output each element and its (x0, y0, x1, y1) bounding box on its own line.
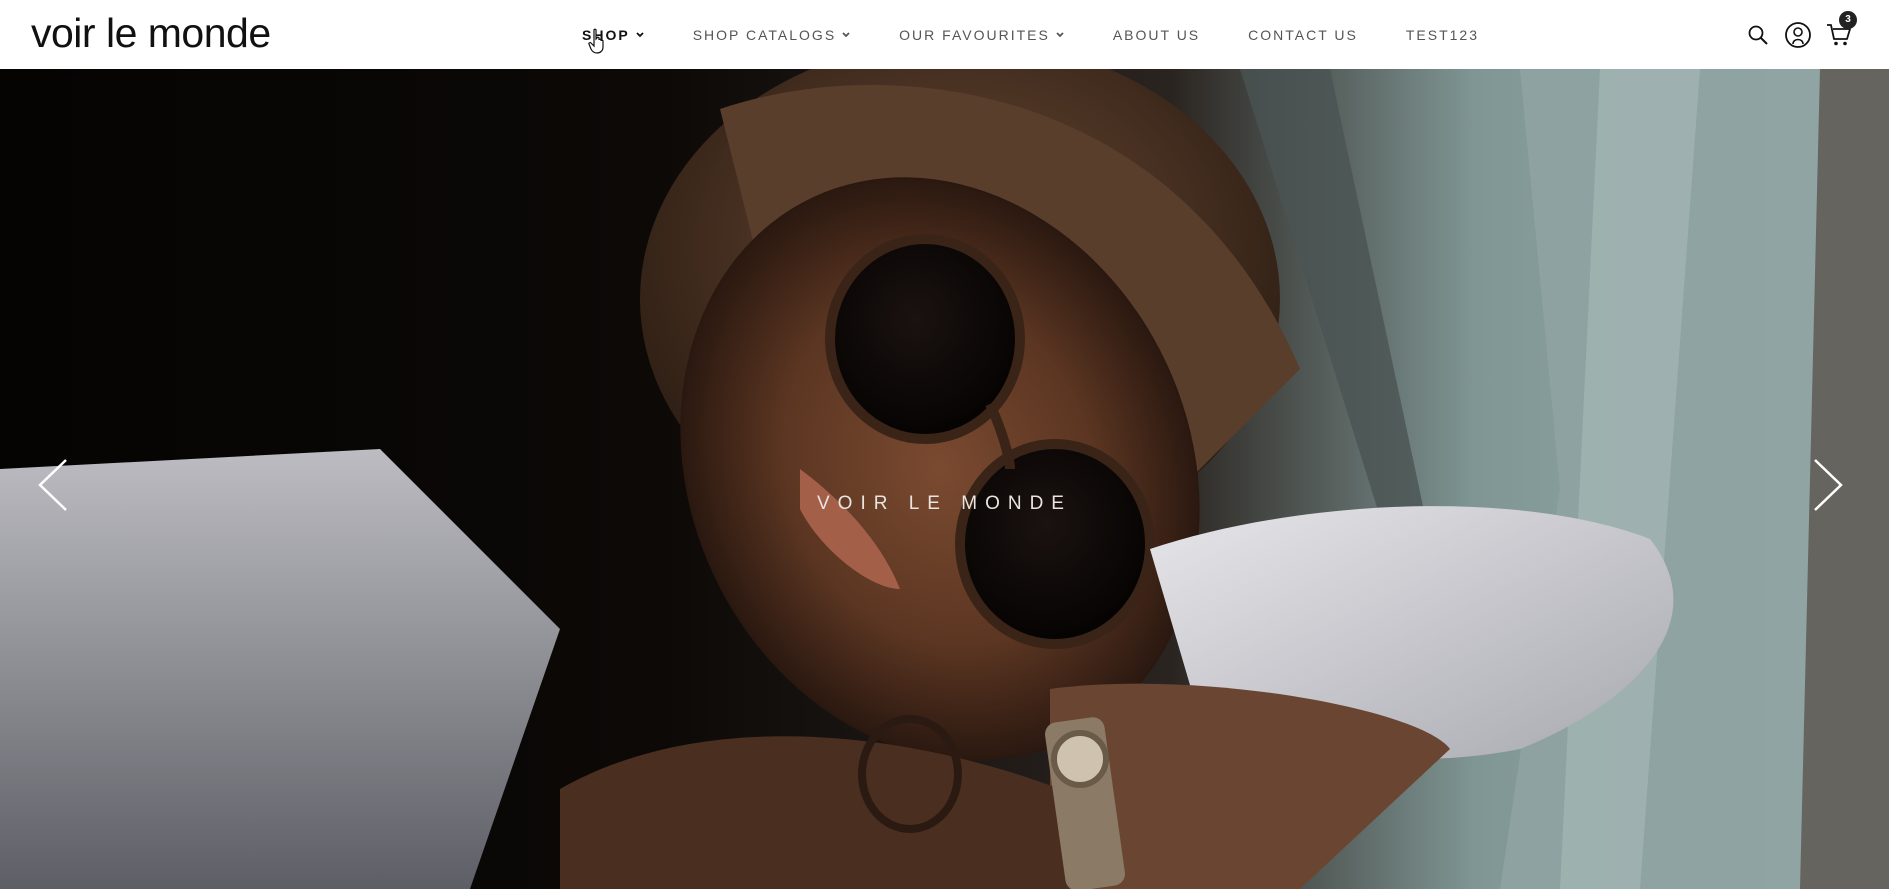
search-icon[interactable] (1747, 24, 1769, 46)
main-nav: SHOP SHOP CATALOGS OUR FAVOURITES ABOUT … (582, 26, 1479, 44)
nav-test123[interactable]: TEST123 (1406, 27, 1479, 43)
account-icon[interactable] (1784, 21, 1812, 49)
nav-our-favourites-label: OUR FAVOURITES (899, 27, 1050, 43)
nav-shop-catalogs[interactable]: SHOP CATALOGS (693, 27, 851, 43)
chevron-down-icon (635, 31, 645, 39)
hero-image (0, 69, 1889, 889)
nav-test123-label: TEST123 (1405, 27, 1479, 43)
chevron-left-icon[interactable] (36, 457, 70, 513)
nav-contact-us-label: CONTACT US (1248, 27, 1358, 43)
site-logo[interactable]: voir le monde (31, 10, 271, 56)
nav-shop-catalogs-label: SHOP CATALOGS (692, 27, 837, 43)
hand-cursor-icon (588, 28, 604, 54)
nav-about-us-label: ABOUT US (1112, 27, 1201, 43)
nav-about-us[interactable]: ABOUT US (1113, 27, 1200, 43)
nav-contact-us[interactable]: CONTACT US (1248, 27, 1358, 43)
site-header: voir le monde SHOP SHOP CATALOGS OUR FAV… (0, 0, 1889, 69)
hero-slider: VOIR LE MONDE (0, 69, 1889, 889)
nav-our-favourites[interactable]: OUR FAVOURITES (899, 27, 1065, 43)
chevron-down-icon (841, 31, 851, 39)
hero-title: VOIR LE MONDE (817, 493, 1072, 514)
cart-count-badge: 3 (1839, 11, 1857, 29)
chevron-right-icon[interactable] (1811, 457, 1845, 513)
chevron-down-icon (1055, 31, 1065, 39)
